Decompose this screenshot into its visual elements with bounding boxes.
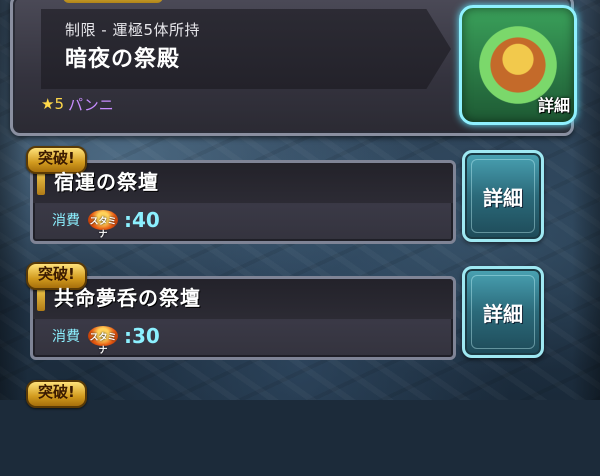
quest-detail-button[interactable]: 詳細	[462, 150, 544, 242]
quest-notch-decoration	[37, 287, 45, 311]
monster-detail-label: 詳細	[537, 96, 570, 115]
quest-name: 宿運の祭壇	[54, 170, 159, 194]
stamina-cost: 消費 スタミナ :40	[52, 208, 160, 240]
stamina-icon-label: スタミナ	[89, 217, 117, 240]
restriction-text: 制限 - 運極5体所持	[65, 21, 200, 39]
quest-detail-button[interactable]: 詳細	[462, 266, 544, 358]
quest-name: 共命夢呑の祭壇	[54, 286, 201, 310]
stamina-icon: スタミナ	[88, 210, 118, 240]
quest-row[interactable]: 突破!	[22, 380, 542, 476]
cost-value: :30	[124, 324, 160, 348]
quest-row[interactable]: 突破! 共命夢呑の祭壇 消費 スタミナ :30 詳細	[22, 262, 544, 360]
cost-label: 消費	[52, 329, 80, 345]
star-rating: ★5	[41, 95, 64, 113]
cost-label: 消費	[52, 213, 80, 229]
featured-monster-name: パンニ	[68, 95, 114, 114]
quest-notch-decoration	[37, 171, 45, 195]
dungeon-card[interactable]: 制限 - 運極5体所持 暗夜の祭殿 ★5 パンニ 詳細	[10, 0, 577, 136]
stamina-icon-label: スタミナ	[89, 333, 117, 356]
card-top-tab	[63, 0, 163, 3]
stamina-cost: 消費 スタミナ :30	[52, 324, 160, 356]
cost-value: :40	[124, 208, 160, 232]
quest-row[interactable]: 突破! 宿運の祭壇 消費 スタミナ :40 詳細	[22, 146, 544, 244]
breakthrough-badge: 突破!	[26, 380, 87, 408]
monster-detail-button[interactable]: 詳細	[459, 5, 577, 125]
stamina-icon: スタミナ	[88, 326, 118, 356]
dungeon-title: 暗夜の祭殿	[65, 47, 181, 72]
featured-monster-line: ★5 パンニ	[41, 93, 451, 115]
